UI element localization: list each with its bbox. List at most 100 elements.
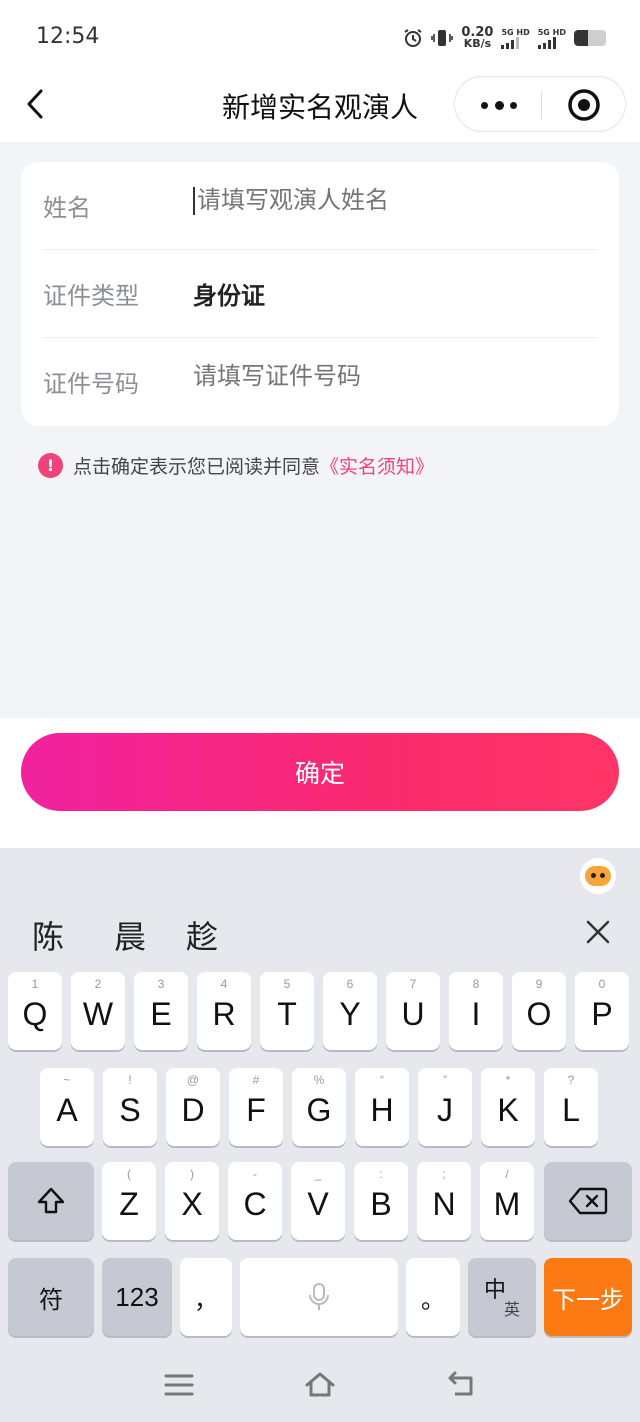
candidate-word[interactable]: 趁 [186, 912, 218, 958]
key-hint: “ [380, 1073, 384, 1087]
key-hint: ) [190, 1167, 194, 1181]
key-hint: 7 [409, 977, 417, 991]
key-u[interactable]: 7U [386, 972, 440, 1050]
key-d[interactable]: @ D [166, 1068, 220, 1146]
id-number-input[interactable] [193, 362, 573, 390]
key-a[interactable]: ~ A [40, 1068, 94, 1146]
key-w[interactable]: 2W [71, 972, 125, 1050]
more-dots-icon [481, 101, 488, 109]
key-hint: - [253, 1167, 257, 1181]
key-i[interactable]: 8I [449, 972, 503, 1050]
comma-key[interactable]: ， [180, 1258, 232, 1336]
language-switch-key[interactable]: 中 英 [468, 1258, 536, 1336]
next-step-key[interactable]: 下一步 [544, 1258, 632, 1336]
period-key[interactable]: 。 [406, 1258, 460, 1336]
battery-icon [574, 30, 606, 46]
key-g[interactable]: % G [292, 1068, 346, 1146]
close-icon[interactable] [582, 916, 614, 948]
key-hint: 4 [220, 977, 228, 991]
capsule-divider [541, 91, 542, 119]
key-label: D [181, 1091, 205, 1128]
confirm-button[interactable]: 确定 [21, 733, 619, 811]
key-label: P [591, 995, 613, 1032]
notice-text: 点击确定表示您已阅读并同意 [73, 455, 321, 478]
status-time: 12:54 [36, 24, 100, 49]
nav-bar: 新增实名观演人 [0, 76, 640, 142]
key-label: N [432, 1185, 456, 1222]
key-label: K [497, 1091, 519, 1128]
key-hint: @ [186, 1073, 200, 1087]
key-hint: / [505, 1167, 509, 1181]
key-hint: ” [443, 1073, 447, 1087]
key-z[interactable]: (Z [102, 1162, 156, 1240]
name-row: 姓名 [21, 162, 619, 250]
home-icon[interactable] [303, 1368, 337, 1402]
key-s[interactable]: ! S [103, 1068, 157, 1146]
back-nav-icon[interactable] [445, 1368, 479, 1402]
form-card: 姓名 证件类型 身份证 证件号码 [21, 162, 619, 426]
key-hint: # [252, 1073, 260, 1087]
key-v[interactable]: _ V [291, 1162, 345, 1240]
key-label: O [526, 995, 552, 1032]
key-hint: 6 [346, 977, 354, 991]
key-l[interactable]: ? L [544, 1068, 598, 1146]
backspace-key[interactable] [544, 1162, 632, 1240]
real-name-notice-link[interactable]: 《实名须知》 [320, 452, 434, 479]
close-mini-program-button[interactable] [567, 88, 601, 122]
key-label: Y [339, 995, 361, 1032]
key-c[interactable]: -C [228, 1162, 282, 1240]
id-type-label: 证件类型 [43, 282, 139, 310]
key-label: L [562, 1091, 580, 1128]
vibrate-icon [431, 28, 454, 48]
key-q[interactable]: 1Q [8, 972, 62, 1050]
key-hint: 5 [283, 977, 291, 991]
keyboard-assistant-icon[interactable] [580, 858, 616, 894]
key-p[interactable]: 0P [575, 972, 629, 1050]
numbers-key[interactable]: 123 [102, 1258, 172, 1336]
key-t[interactable]: 5T [260, 972, 314, 1050]
alarm-icon [403, 28, 423, 48]
candidate-word[interactable]: 晨 [114, 912, 146, 958]
candidate-bar: 陈 晨 趁 [0, 908, 640, 960]
key-hint: 9 [535, 977, 543, 991]
name-field-wrap [193, 186, 577, 215]
key-j[interactable]: ” J [418, 1068, 472, 1146]
id-type-value: 身份证 [193, 282, 265, 310]
space-key[interactable] [240, 1258, 398, 1336]
key-hint: _ [314, 1167, 322, 1181]
key-h[interactable]: “H [355, 1068, 409, 1146]
key-b[interactable]: :B [354, 1162, 408, 1240]
menu-icon[interactable] [162, 1368, 196, 1402]
key-label: M [493, 1185, 521, 1222]
shift-key[interactable] [8, 1162, 94, 1240]
symbols-key[interactable]: 符 [8, 1258, 94, 1336]
candidate-word[interactable]: 陈 [32, 912, 64, 958]
mini-program-capsule [454, 76, 626, 132]
key-label: G [306, 1091, 332, 1128]
key-r[interactable]: 4R [197, 972, 251, 1050]
key-x[interactable]: ) X [165, 1162, 219, 1240]
key-n[interactable]: ; N [417, 1162, 471, 1240]
key-y[interactable]: 6Y [323, 972, 377, 1050]
more-button[interactable] [481, 93, 517, 117]
key-f[interactable]: # F [229, 1068, 283, 1146]
key-m[interactable]: / M [480, 1162, 534, 1240]
key-label: Z [119, 1185, 139, 1222]
name-label: 姓名 [43, 194, 91, 222]
key-hint: ~ [63, 1073, 71, 1087]
key-hint: % [313, 1073, 325, 1087]
name-input[interactable] [197, 186, 577, 214]
key-label: R [212, 995, 236, 1032]
key-label: I [471, 995, 481, 1032]
key-k[interactable]: * K [481, 1068, 535, 1146]
warning-icon: ! [38, 452, 63, 478]
key-e[interactable]: 3E [134, 972, 188, 1050]
key-hint: * [505, 1073, 511, 1087]
backspace-icon [568, 1187, 608, 1215]
key-label: X [181, 1185, 203, 1222]
key-o[interactable]: 9O [512, 972, 566, 1050]
key-hint: : [379, 1167, 383, 1181]
key-label: T [277, 995, 297, 1032]
key-label: W [82, 995, 114, 1032]
id-type-row[interactable]: 证件类型 身份证 [21, 250, 619, 338]
